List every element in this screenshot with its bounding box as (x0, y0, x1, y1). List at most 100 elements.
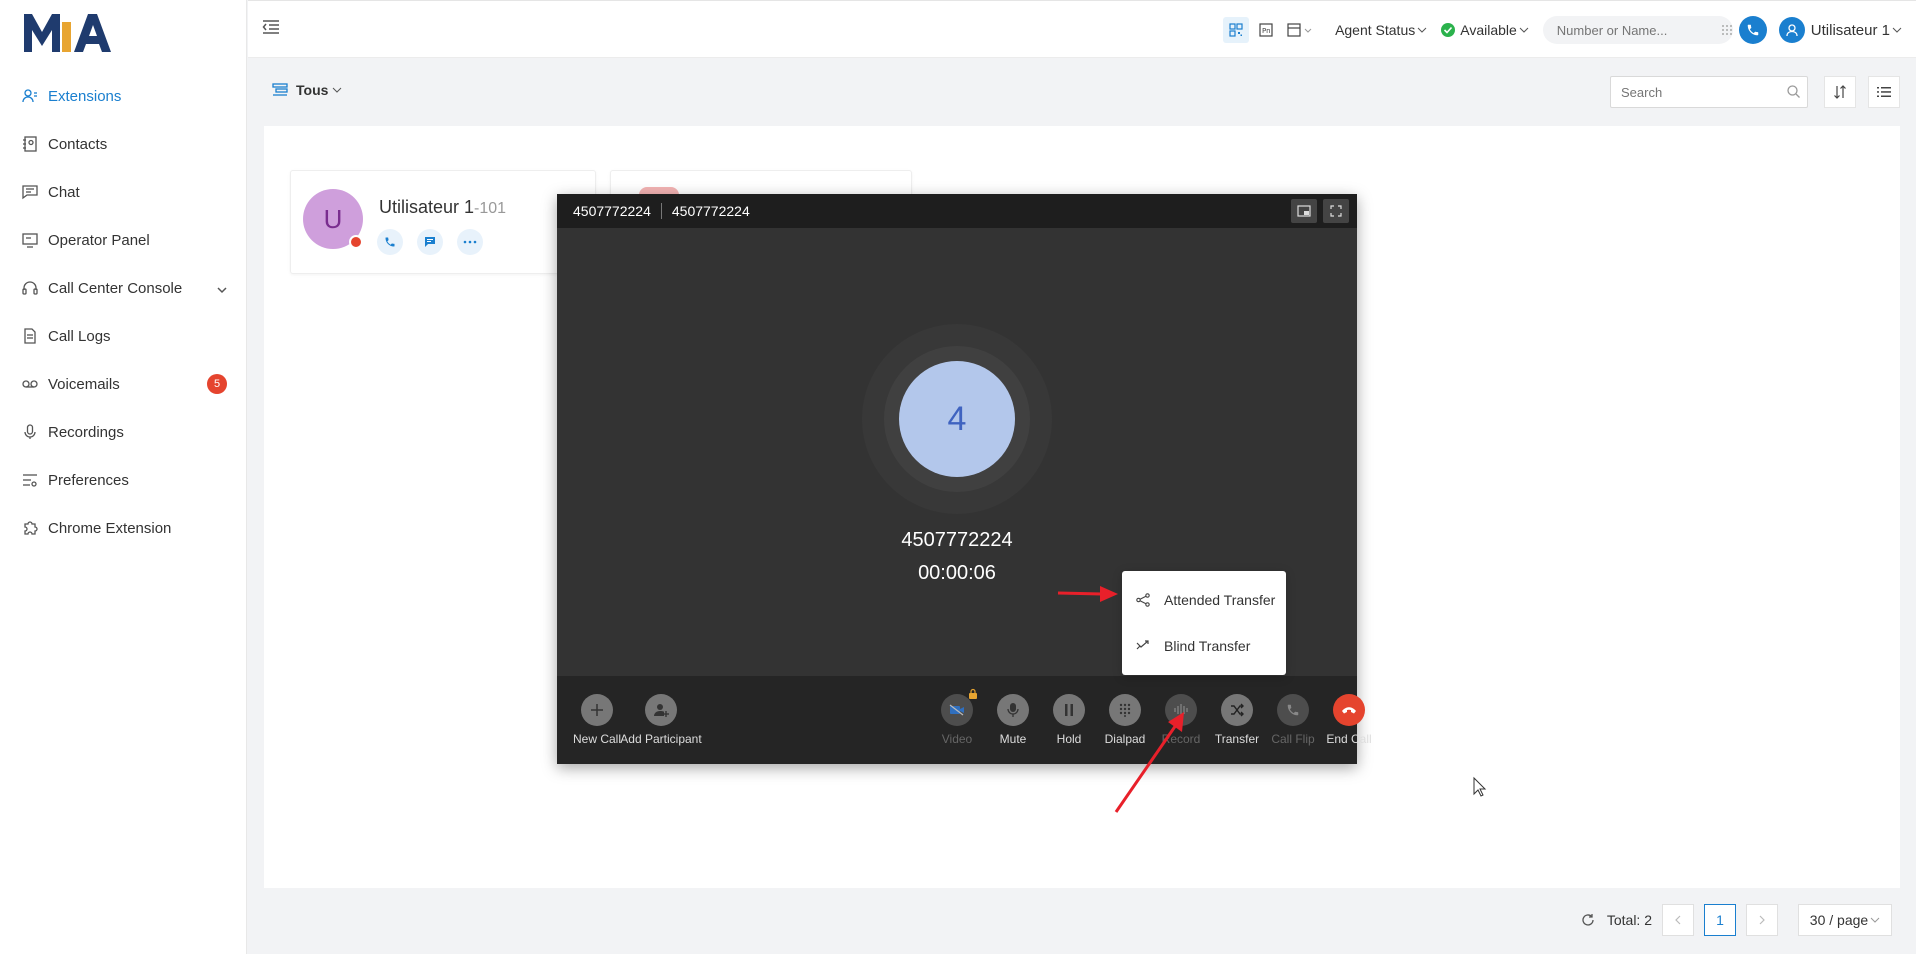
chevron-right-icon (1759, 915, 1765, 925)
transfer-label: Transfer (1214, 732, 1260, 746)
sidebar-item-label: Voicemails (48, 375, 120, 393)
layout-window-icon[interactable] (1283, 17, 1317, 43)
pause-icon (1053, 694, 1085, 726)
mute-button[interactable]: Mute (981, 694, 1045, 746)
sidebar-item-chrome-extension[interactable]: Chrome Extension (0, 504, 247, 552)
dialpad-icon[interactable] (1721, 23, 1733, 41)
list-view-button[interactable] (1868, 76, 1900, 108)
end-call-label: End Call (1326, 732, 1372, 746)
agent-status-label: Agent Status (1335, 22, 1416, 38)
refresh-icon[interactable] (1581, 913, 1595, 927)
extension-card[interactable]: U Utilisateur 1-101 (290, 170, 596, 274)
more-dots-icon (463, 240, 477, 244)
hangup-icon (1333, 694, 1365, 726)
user-list-icon (22, 88, 38, 104)
filter-label: Tous (296, 82, 329, 98)
add-participant-button[interactable]: Add Participant (613, 694, 709, 746)
extension-number: -101 (474, 200, 507, 217)
sidebar-item-label: Preferences (48, 471, 129, 489)
sliders-icon (22, 472, 38, 488)
prev-page-button[interactable] (1662, 904, 1694, 936)
user-name: Utilisateur 1 (1810, 21, 1890, 39)
waveform-icon (1165, 694, 1197, 726)
sort-icon (1834, 85, 1846, 99)
extension-actions (377, 229, 497, 255)
qr-code-icon[interactable] (1223, 17, 1250, 43)
group-filter-icon (272, 83, 288, 96)
user-menu[interactable]: Utilisateur 1 (1778, 17, 1902, 43)
group-filter-dropdown[interactable]: Tous (272, 82, 342, 98)
chevron-down-icon (217, 281, 227, 298)
sidebar-item-call-center-console[interactable]: Call Center Console (0, 264, 247, 312)
sidebar-item-recordings[interactable]: Recordings (0, 408, 247, 456)
phone-number-icon[interactable]: Pn (1253, 17, 1279, 43)
transfer-icon (1221, 694, 1253, 726)
sidebar-item-contacts[interactable]: Contacts (0, 120, 247, 168)
mia-logo[interactable] (22, 8, 122, 56)
availability-label: Available (1460, 22, 1517, 38)
sidebar-item-chat[interactable]: Chat (0, 168, 247, 216)
attended-transfer-label: Attended Transfer (1164, 592, 1276, 608)
extension-search-input[interactable] (1610, 76, 1808, 108)
page-size-label: 30 / page (1809, 912, 1869, 928)
chevron-down-icon (1519, 27, 1529, 33)
unread-count-badge: 5 (207, 374, 227, 394)
video-label: Video (941, 732, 973, 746)
attended-transfer-icon (1136, 593, 1150, 607)
active-call-window: 4507772224 4507772224 4 4507772224 00:00… (557, 194, 1372, 764)
record-button[interactable]: Record (1149, 694, 1213, 746)
sidebar-item-label: Extensions (48, 87, 122, 105)
extensions-toolbar: Tous (264, 74, 1900, 108)
end-call-button[interactable]: End Call (1317, 694, 1381, 746)
page-number-button[interactable]: 1 (1704, 904, 1736, 936)
picture-in-picture-button[interactable] (1291, 199, 1317, 223)
call-titlebar[interactable]: 4507772224 4507772224 (557, 194, 1357, 228)
sidebar-item-call-logs[interactable]: Call Logs (0, 312, 247, 360)
dialpad-label: Dialpad (1104, 732, 1146, 746)
attended-transfer-option[interactable]: Attended Transfer (1122, 577, 1286, 623)
blind-transfer-option[interactable]: Blind Transfer (1122, 623, 1286, 669)
collapse-menu-icon[interactable] (262, 19, 280, 40)
chat-extension-button[interactable] (417, 229, 443, 255)
microphone-icon (22, 424, 38, 440)
transfer-button[interactable]: Transfer (1205, 694, 1269, 746)
phone-icon (385, 237, 395, 247)
chevron-left-icon (1675, 915, 1681, 925)
dial-call-button[interactable] (1738, 16, 1767, 44)
sidebar-item-extensions[interactable]: Extensions (0, 72, 247, 120)
call-title-number-secondary: 4507772224 (671, 203, 750, 219)
title-separator (660, 203, 662, 219)
pagination: Total: 2 1 30 / page (1581, 904, 1892, 936)
call-extension-button[interactable] (377, 229, 403, 255)
next-page-button[interactable] (1746, 904, 1778, 936)
more-options-button[interactable] (457, 229, 483, 255)
sidebar: Extensions Contacts Chat Operator Panel Call… (0, 0, 247, 954)
caller-avatar: 4 (899, 361, 1015, 477)
dial-number-input[interactable] (1542, 16, 1733, 44)
document-icon (22, 328, 38, 344)
sidebar-item-label: Call Logs (48, 327, 111, 345)
chevron-down-icon (333, 87, 342, 93)
presence-status-dot (349, 235, 363, 249)
caller-number: 4507772224 (901, 529, 1013, 551)
agent-status-dropdown[interactable]: Agent Status (1335, 22, 1427, 38)
sidebar-item-operator-panel[interactable]: Operator Panel (0, 216, 247, 264)
fullscreen-button[interactable] (1323, 199, 1349, 223)
hold-label: Hold (1056, 732, 1082, 746)
search-icon[interactable] (1787, 85, 1800, 103)
sidebar-item-voicemails[interactable]: Voicemails 5 (0, 360, 247, 408)
sort-button[interactable] (1824, 76, 1856, 108)
sidebar-item-label: Recordings (48, 423, 124, 441)
microphone-icon (997, 694, 1029, 726)
availability-dropdown[interactable]: Available (1441, 22, 1529, 38)
dialpad-button[interactable]: Dialpad (1093, 694, 1157, 746)
hold-button[interactable]: Hold (1037, 694, 1101, 746)
page-size-select[interactable]: 30 / page (1798, 904, 1892, 936)
sidebar-item-label: Chrome Extension (48, 519, 172, 537)
total-count: Total: 2 (1606, 912, 1652, 928)
video-button[interactable]: Video (925, 688, 989, 746)
header-actions: Pn Agent Status Available Ut (1223, 15, 1902, 45)
sidebar-item-preferences[interactable]: Preferences (0, 456, 247, 504)
call-flip-button[interactable]: Call Flip (1261, 694, 1325, 746)
picture-in-picture-icon (1297, 205, 1311, 217)
